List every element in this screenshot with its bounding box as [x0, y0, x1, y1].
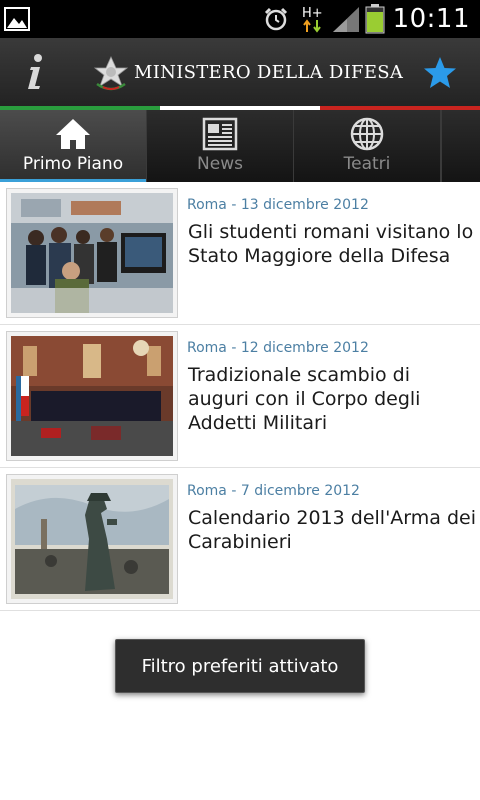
tab-label: News	[197, 154, 243, 174]
star-icon[interactable]	[422, 56, 458, 90]
news-title: Calendario 2013 dell'Arma dei Carabinier…	[188, 507, 476, 553]
news-date: Roma - 13 dicembre 2012	[187, 197, 369, 213]
news-date: Roma - 12 dicembre 2012	[187, 340, 369, 356]
signal-icon	[332, 7, 359, 32]
news-date: Roma - 7 dicembre 2012	[187, 483, 360, 499]
globe-icon	[350, 117, 384, 151]
tab-teatri[interactable]: Teatri	[294, 110, 441, 182]
app-header: MINISTERO DELLA DIFESA	[0, 38, 480, 106]
news-thumbnail	[6, 331, 178, 461]
tab-overflow[interactable]	[441, 110, 480, 182]
ceremony-hall-photo	[11, 336, 173, 456]
carabiniere-statue-photo	[11, 479, 173, 599]
network-type-label: H+	[302, 6, 323, 21]
news-list: Roma - 13 dicembre 2012 Gli studenti rom…	[0, 182, 480, 611]
home-icon	[56, 119, 90, 149]
app-title: MINISTERO DELLA DIFESA	[134, 62, 404, 83]
newspaper-icon	[202, 117, 238, 151]
list-item[interactable]: Roma - 12 dicembre 2012 Tradizionale sca…	[0, 325, 480, 468]
list-item[interactable]: Roma - 7 dicembre 2012 Calendario 2013 d…	[0, 468, 480, 611]
italian-emblem-icon	[94, 56, 128, 91]
gallery-icon	[4, 7, 30, 31]
tab-label: Primo Piano	[22, 154, 124, 174]
status-bar: H+ 10:11	[0, 0, 480, 38]
tab-news[interactable]: News	[147, 110, 294, 182]
news-thumbnail	[6, 474, 178, 604]
alarm-icon	[264, 7, 287, 31]
hplus-data-icon: H+	[302, 6, 323, 33]
news-title: Tradizionale scambio di auguri con il Co…	[188, 364, 421, 434]
tab-label: Teatri	[343, 154, 391, 174]
list-item[interactable]: Roma - 13 dicembre 2012 Gli studenti rom…	[0, 182, 480, 325]
tab-primo-piano[interactable]: Primo Piano	[0, 110, 147, 182]
toast-message: Filtro preferiti attivato	[115, 639, 365, 693]
students-control-room-photo	[11, 193, 173, 313]
tab-bar: Primo Piano News Teatri	[0, 110, 480, 182]
info-icon[interactable]	[18, 52, 52, 92]
clock-time: 10:11	[392, 4, 470, 34]
news-thumbnail	[6, 188, 178, 318]
battery-icon	[365, 4, 385, 34]
news-title: Gli studenti romani visitano lo Stato Ma…	[188, 221, 474, 267]
